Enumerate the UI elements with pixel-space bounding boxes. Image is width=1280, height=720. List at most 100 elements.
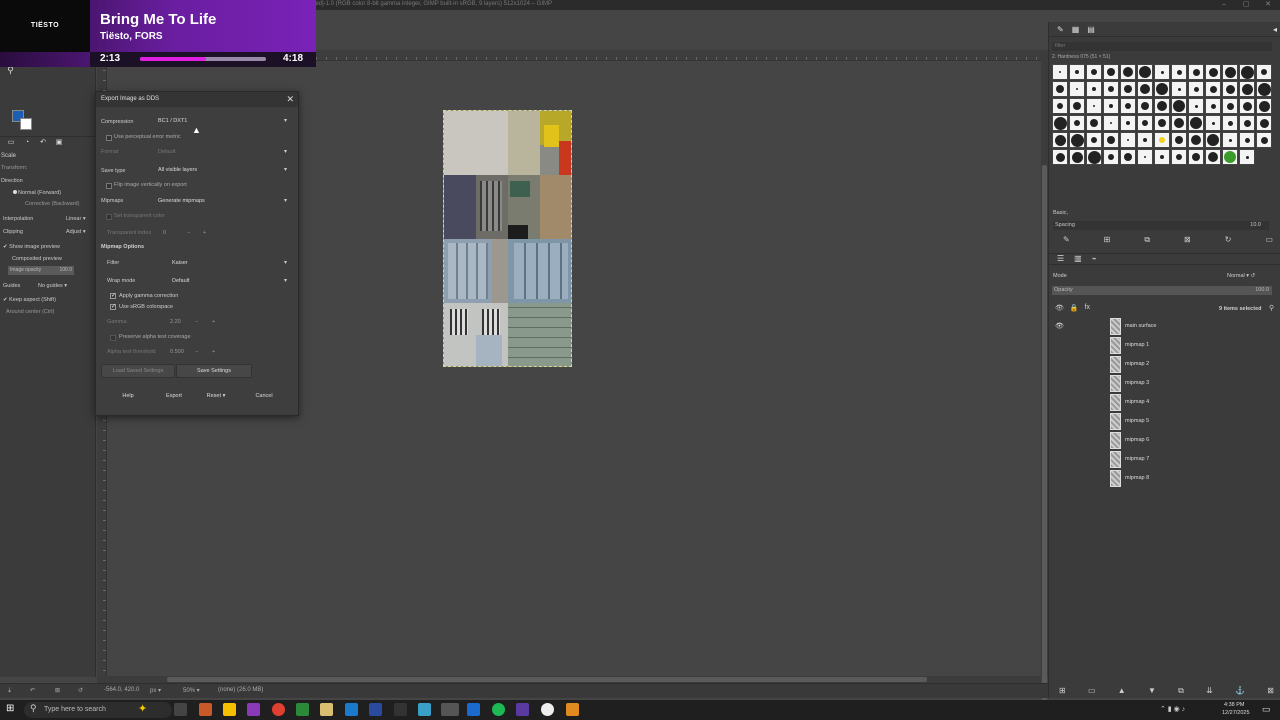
transparent-index-spinner[interactable]: 0 − +	[163, 227, 213, 239]
brush-swatch[interactable]	[1103, 132, 1119, 148]
tray-icons[interactable]: ⌃ ▮ ◉ ♪	[1160, 705, 1185, 713]
brush-swatch[interactable]	[1222, 98, 1238, 114]
brush-swatch[interactable]	[1052, 64, 1068, 80]
spacing-slider[interactable]: Spacing 10.0	[1053, 221, 1269, 230]
brush-swatch[interactable]	[1120, 132, 1136, 148]
brush-swatch[interactable]	[1205, 81, 1221, 97]
brush-swatch[interactable]	[1171, 98, 1187, 114]
composited-preview-checkbox[interactable]: Composited preview	[12, 254, 62, 264]
edit-brush-icon[interactable]: ✎	[1063, 235, 1070, 245]
preserve-alpha-checkbox[interactable]	[110, 335, 116, 341]
brush-swatch[interactable]	[1052, 132, 1068, 148]
redo-icon[interactable]: ⊠	[55, 687, 60, 694]
brush-swatch[interactable]	[1222, 64, 1238, 80]
app-icon[interactable]	[566, 703, 579, 716]
opacity-slider[interactable]: Opacity 100.0	[1052, 286, 1272, 295]
brush-swatch[interactable]	[1222, 132, 1238, 148]
vscode-icon[interactable]	[345, 703, 358, 716]
brush-swatch[interactable]	[1086, 81, 1102, 97]
layer-row[interactable]: mipmap 7	[1049, 450, 1280, 469]
app-icon[interactable]	[394, 703, 407, 716]
paths-tab-icon[interactable]: ⌁	[1092, 254, 1097, 264]
show-preview-checkbox[interactable]: ✔ Show image preview	[3, 242, 60, 252]
brush-swatch[interactable]	[1256, 115, 1272, 131]
load-settings-button[interactable]: Load Saved Settings	[101, 364, 175, 378]
app-icon[interactable]	[369, 703, 382, 716]
images-tab-icon[interactable]: ▣	[54, 139, 64, 147]
merge-layer-icon[interactable]: ⇊	[1206, 686, 1213, 696]
help-button[interactable]: Help	[108, 390, 148, 404]
brush-swatch[interactable]	[1086, 115, 1102, 131]
mode-combo[interactable]: Normal ▾ ↺	[1227, 273, 1255, 279]
brush-swatch[interactable]	[1239, 132, 1255, 148]
plus-icon[interactable]: +	[212, 316, 215, 328]
navigate-icon[interactable]: ⇣	[7, 687, 12, 694]
dialog-close-icon[interactable]: ✕	[286, 92, 294, 107]
visibility-icon[interactable]: 👁	[1055, 317, 1064, 336]
brush-swatch[interactable]	[1052, 149, 1068, 165]
brush-swatch[interactable]	[1188, 81, 1204, 97]
brush-swatch[interactable]	[1137, 98, 1153, 114]
layer-row[interactable]: mipmap 1	[1049, 336, 1280, 355]
brush-swatch[interactable]	[1069, 81, 1085, 97]
brush-swatch[interactable]	[1188, 64, 1204, 80]
layers-tab-icon[interactable]: ☰	[1057, 254, 1064, 264]
background-color-swatch[interactable]	[20, 118, 32, 130]
app-icon[interactable]	[418, 703, 431, 716]
app-icon[interactable]	[199, 703, 212, 716]
chrome-icon[interactable]	[272, 703, 285, 716]
anchor-icon[interactable]: ⚓	[1235, 686, 1245, 696]
open-folder-icon[interactable]: ▭	[1265, 235, 1273, 245]
brush-swatch[interactable]	[1171, 149, 1187, 165]
brush-swatch[interactable]	[1069, 98, 1085, 114]
vertical-scrollbar[interactable]	[1041, 50, 1048, 720]
brush-swatch[interactable]	[1086, 149, 1102, 165]
app-icon[interactable]	[296, 703, 309, 716]
duplicate-layer-icon[interactable]: ⧉	[1178, 686, 1184, 696]
layer-row[interactable]: mipmap 3	[1049, 374, 1280, 393]
gamma-spinner[interactable]: 2.20 − +	[170, 316, 220, 328]
close-icon[interactable]: ✕	[1258, 0, 1278, 10]
taskbar-search[interactable]: Type here to search	[24, 702, 172, 718]
brush-swatch[interactable]	[1239, 81, 1255, 97]
brush-swatch[interactable]	[1052, 81, 1068, 97]
apply-gamma-checkbox[interactable]: ✓	[110, 293, 116, 299]
reset-icon[interactable]: ↺	[78, 687, 83, 694]
notification-icon[interactable]: ▭	[1262, 704, 1271, 715]
device-status-tab-icon[interactable]: ◔	[22, 139, 32, 147]
brush-swatch[interactable]	[1239, 115, 1255, 131]
brush-swatch[interactable]	[1103, 81, 1119, 97]
brush-swatch[interactable]	[1188, 98, 1204, 114]
brush-swatch[interactable]	[1137, 64, 1153, 80]
brush-swatch[interactable]	[1103, 64, 1119, 80]
brush-swatch[interactable]	[1103, 149, 1119, 165]
brush-swatch[interactable]	[1137, 149, 1153, 165]
brush-swatch[interactable]	[1188, 132, 1204, 148]
direction-normal-radio[interactable]: Normal (Forward)	[18, 188, 61, 198]
patterns-tab-icon[interactable]: ▦	[1072, 25, 1080, 36]
plus-icon[interactable]: +	[212, 346, 215, 358]
layer-row[interactable]: mipmap 4	[1049, 393, 1280, 412]
brush-swatch[interactable]	[1256, 64, 1272, 80]
flip-vertically-checkbox[interactable]	[106, 183, 112, 189]
layer-row[interactable]: mipmap 6	[1049, 431, 1280, 450]
perceptual-metric-checkbox[interactable]	[106, 135, 112, 141]
alpha-threshold-spinner[interactable]: 0.500 − +	[170, 346, 220, 358]
layer-row[interactable]: mipmap 8	[1049, 469, 1280, 488]
brush-swatch[interactable]	[1103, 115, 1119, 131]
refresh-brushes-icon[interactable]: ↻	[1225, 235, 1232, 245]
lower-layer-icon[interactable]: ▼	[1148, 686, 1156, 696]
export-button[interactable]: Export	[154, 390, 194, 404]
keep-aspect-checkbox[interactable]: ✔ Keep aspect (Shift)	[3, 295, 56, 305]
brush-swatch[interactable]	[1154, 64, 1170, 80]
brush-swatch[interactable]	[1052, 98, 1068, 114]
brush-swatch[interactable]	[1171, 132, 1187, 148]
brush-swatch[interactable]	[1154, 115, 1170, 131]
channels-tab-icon[interactable]: ▥	[1074, 254, 1082, 264]
brush-swatch[interactable]	[1188, 115, 1204, 131]
new-layer-icon[interactable]: ⊞	[1059, 686, 1066, 696]
around-center-checkbox[interactable]: Around center (Ctrl)	[6, 307, 54, 317]
minus-icon[interactable]: −	[187, 227, 190, 239]
brush-swatch[interactable]	[1154, 132, 1170, 148]
brush-swatch[interactable]	[1205, 98, 1221, 114]
